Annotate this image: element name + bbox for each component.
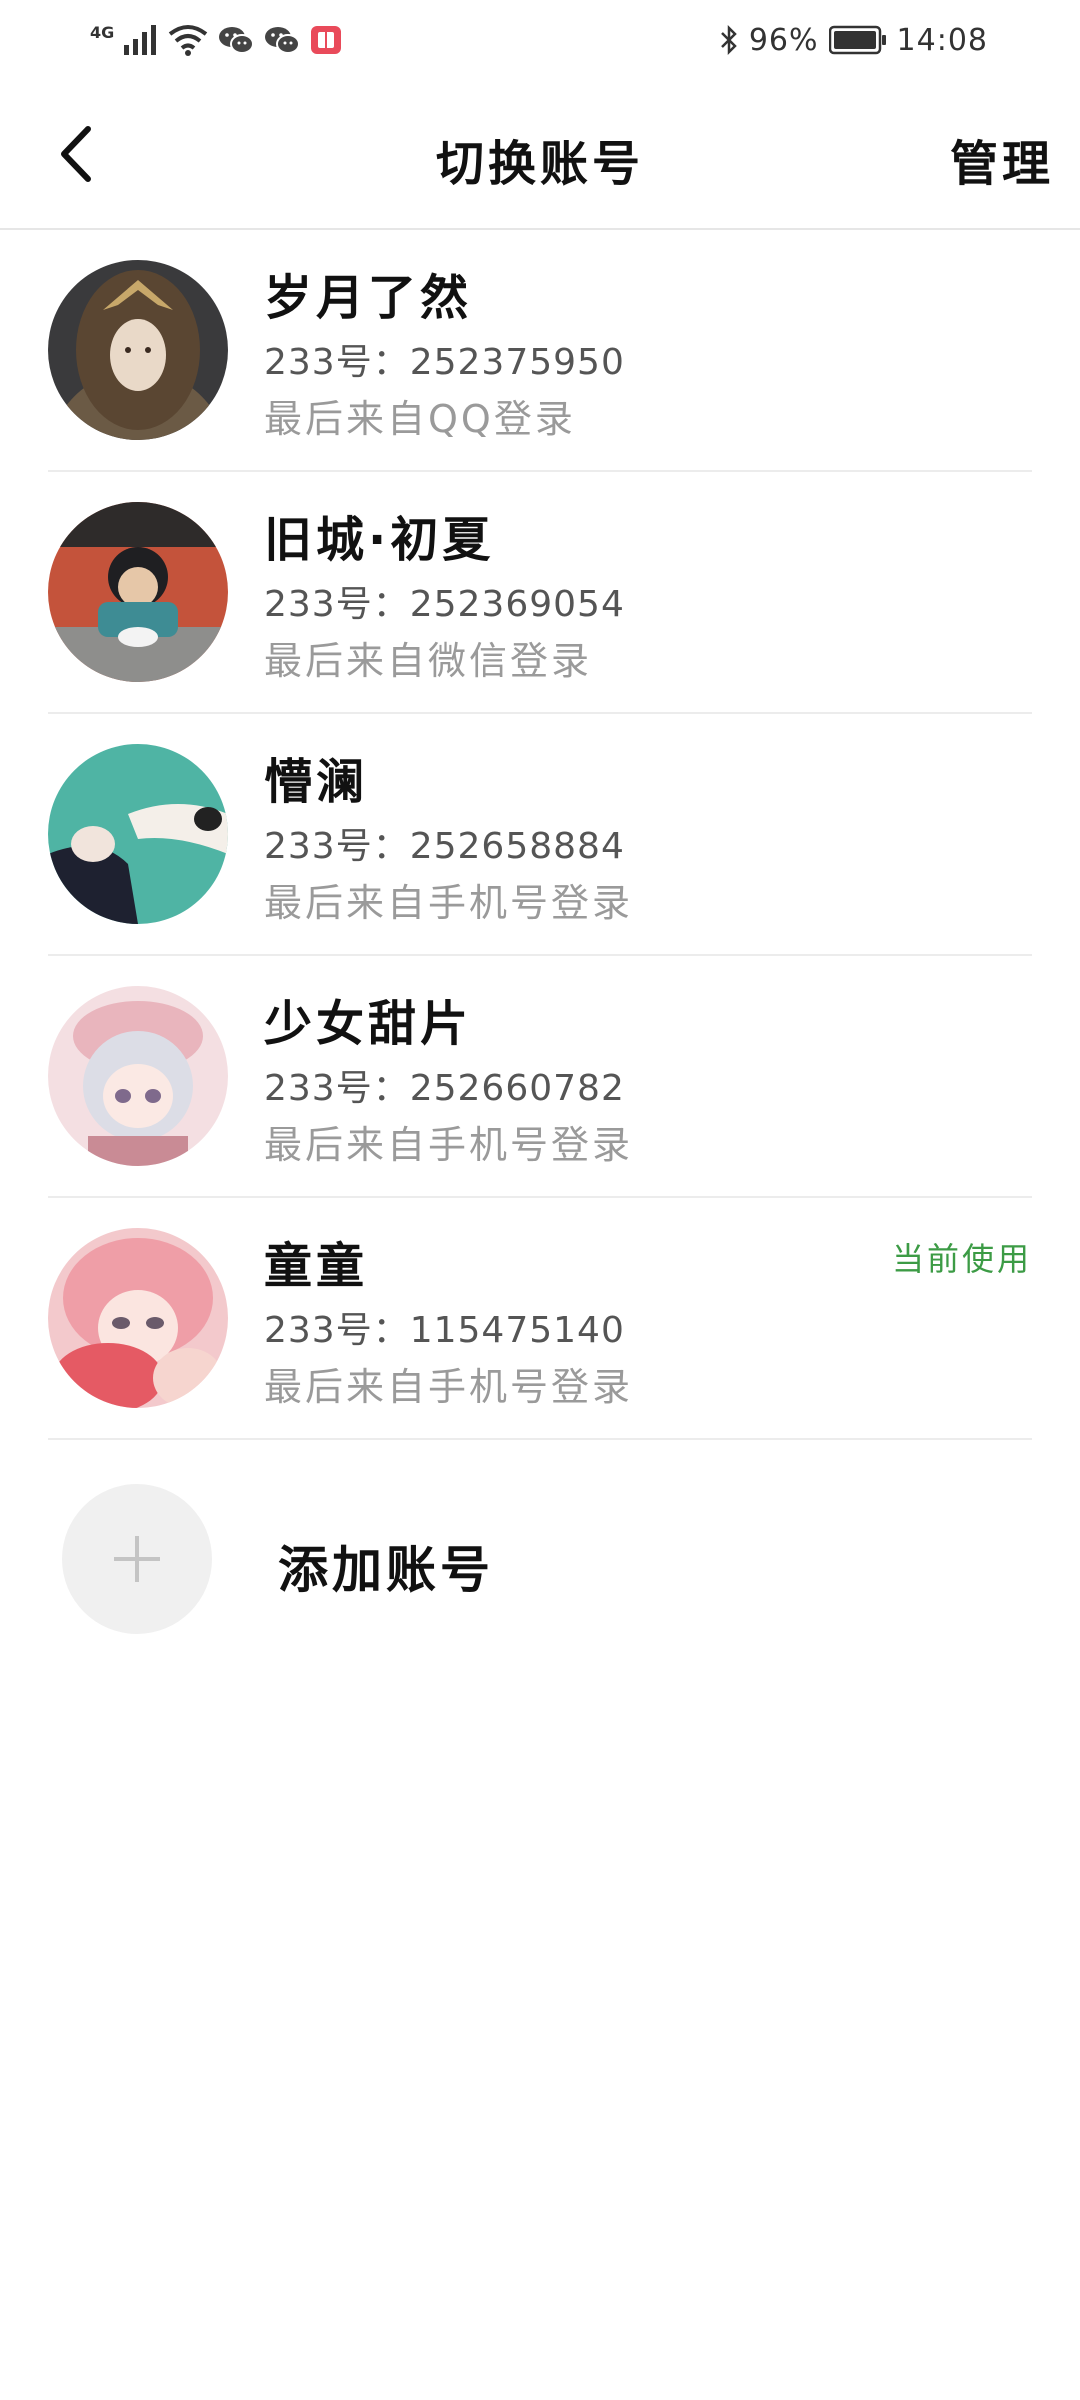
account-id: 233号：252375950 — [264, 342, 625, 383]
add-account-label: 添加账号 — [278, 1541, 494, 1599]
account-name: 岁月了然 — [264, 270, 473, 326]
signal-icon — [124, 25, 157, 55]
account-name: 懵澜 — [264, 754, 369, 810]
last-login-method: 最后来自手机号登录 — [264, 1365, 634, 1409]
clock: 14:08 — [896, 22, 988, 58]
account-list: 岁月了然 233号：252375950 最后来自QQ登录 旧城·初夏 233号：… — [0, 230, 1080, 1440]
last-login-method: 最后来自手机号登录 — [264, 881, 634, 925]
account-name: 旧城·初夏 — [264, 512, 495, 568]
battery-percent: 96% — [748, 22, 819, 58]
network-type: 4G — [90, 22, 115, 42]
account-row[interactable]: 旧城·初夏 233号：252369054 最后来自微信登录 — [48, 472, 1032, 714]
account-id: 233号：252658884 — [264, 826, 625, 867]
account-id: 233号：252660782 — [264, 1068, 625, 1109]
wechat-icon — [219, 27, 255, 54]
last-login-method: 最后来自手机号登录 — [264, 1123, 634, 1167]
last-login-method: 最后来自微信登录 — [264, 639, 593, 683]
avatar — [48, 986, 228, 1166]
avatar — [48, 1228, 228, 1408]
wechat-icon — [265, 27, 301, 54]
account-row[interactable]: 懵澜 233号：252658884 最后来自手机号登录 — [48, 714, 1032, 956]
add-account-button[interactable]: 添加账号 — [62, 1484, 962, 1634]
avatar — [48, 260, 228, 440]
avatar — [48, 502, 228, 682]
account-name: 童童 — [264, 1238, 369, 1294]
notification-app-icon — [311, 26, 342, 54]
plus-icon — [114, 1536, 160, 1582]
header-bar: 切换账号 管理 — [0, 80, 1080, 230]
status-left: 4G — [90, 18, 342, 62]
add-account-circle[interactable] — [62, 1484, 212, 1634]
current-account-badge: 当前使用 — [891, 1240, 1032, 1278]
manage-button[interactable]: 管理 — [950, 124, 1054, 194]
account-row[interactable]: 童童 233号：115475140 最后来自手机号登录 当前使用 — [48, 1198, 1032, 1440]
status-right: 96% 14:08 — [719, 18, 988, 62]
account-name: 少女甜片 — [264, 996, 473, 1052]
last-login-method: 最后来自QQ登录 — [264, 397, 576, 441]
avatar — [48, 744, 228, 924]
bluetooth-icon — [720, 24, 737, 56]
account-row[interactable]: 少女甜片 233号：252660782 最后来自手机号登录 — [48, 956, 1032, 1198]
status-bar: 4G 96% 14:08 — [0, 0, 1080, 80]
account-row[interactable]: 岁月了然 233号：252375950 最后来自QQ登录 — [48, 230, 1032, 472]
battery-icon — [828, 25, 886, 55]
account-id: 233号：115475140 — [264, 1310, 625, 1351]
page-title: 切换账号 — [435, 136, 644, 192]
wifi-icon — [169, 25, 208, 56]
account-id: 233号：252369054 — [264, 584, 625, 625]
